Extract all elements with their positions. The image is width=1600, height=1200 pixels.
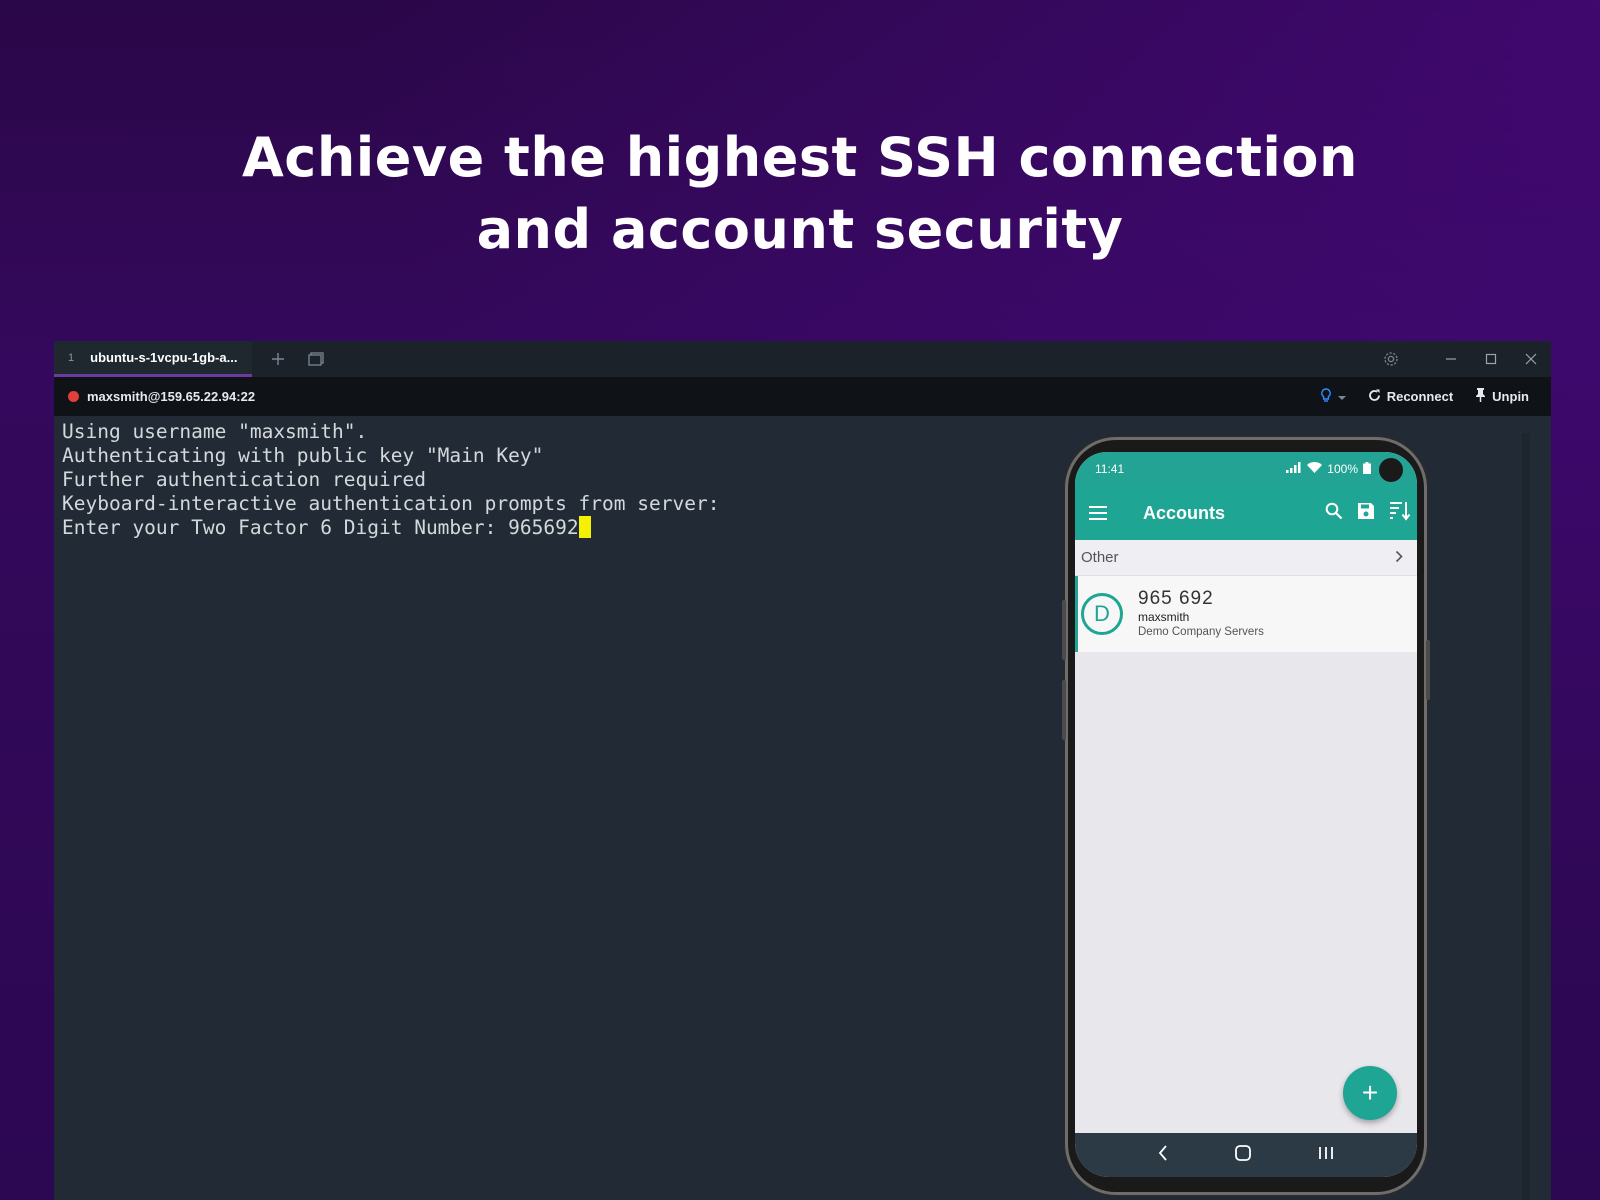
tab-number: 1 [68, 351, 75, 364]
search-icon[interactable] [1325, 502, 1343, 525]
account-group-header[interactable]: Other [1075, 540, 1417, 576]
new-tab-icon[interactable] [266, 347, 290, 371]
sort-icon[interactable] [1389, 501, 1411, 526]
group-label: Other [1081, 549, 1119, 566]
android-nav-bar [1075, 1133, 1417, 1177]
headline-line-1: Achieve the highest SSH connection [242, 126, 1358, 189]
unpin-label: Unpin [1492, 389, 1529, 404]
lightbulb-icon [1320, 387, 1332, 406]
app-bar: Accounts [1075, 486, 1417, 540]
session-tab[interactable]: 1 ubuntu-s-1vcpu-1gb-a... [54, 341, 252, 377]
terminal-prompt-text: Enter your Two Factor 6 Digit Number: 96… [62, 516, 579, 539]
front-camera [1379, 458, 1403, 482]
connection-address: maxsmith@159.65.22.94:22 [87, 389, 256, 404]
maximize-icon[interactable] [1471, 341, 1511, 377]
terminal-scrollbar[interactable] [1522, 433, 1530, 1200]
connection-bar: maxsmith@159.65.22.94:22 Reconnect Unpin [54, 377, 1551, 416]
battery-icon [1363, 461, 1371, 477]
headline: Achieve the highest SSH connection and a… [0, 122, 1600, 266]
otp-code: 965 692 [1138, 588, 1214, 609]
app-title: Accounts [1143, 502, 1226, 523]
terminal-cursor [578, 516, 591, 538]
minimize-icon[interactable] [1431, 341, 1471, 377]
chevron-right-icon [1395, 550, 1403, 567]
phone-screen: 11:41 100% Accounts Other D 965 692 maxs… [1075, 452, 1417, 1177]
caret-down-icon [1337, 389, 1346, 404]
tab-bar: 1 ubuntu-s-1vcpu-1gb-a... [54, 341, 1551, 377]
headline-line-2: and account security [476, 198, 1124, 261]
close-icon[interactable] [1511, 341, 1551, 377]
pin-icon [1475, 388, 1486, 405]
phone-time: 11:41 [1095, 462, 1125, 476]
signal-icon [1286, 462, 1302, 476]
phone-volume-button [1062, 600, 1066, 660]
phone-power-button [1426, 640, 1430, 700]
phone-status-bar: 11:41 100% [1075, 452, 1417, 486]
account-list-item[interactable]: D 965 692 maxsmith Demo Company Servers [1075, 576, 1417, 652]
recents-nav-icon[interactable] [1318, 1146, 1334, 1165]
settings-gear-icon[interactable] [1371, 341, 1411, 377]
window-list-icon[interactable] [304, 347, 328, 371]
reconnect-label: Reconnect [1386, 389, 1454, 404]
tab-title: ubuntu-s-1vcpu-1gb-a... [90, 350, 238, 365]
home-nav-icon[interactable] [1234, 1144, 1252, 1167]
back-nav-icon[interactable] [1158, 1144, 1168, 1166]
wifi-icon [1307, 462, 1323, 476]
hint-dropdown[interactable] [1320, 387, 1346, 406]
account-avatar: D [1081, 593, 1123, 635]
battery-percent: 100% [1327, 462, 1358, 476]
reconnect-icon [1368, 389, 1381, 405]
phone-mockup: 11:41 100% Accounts Other D 965 692 maxs… [1062, 440, 1430, 1192]
hamburger-menu-icon[interactable] [1089, 506, 1133, 520]
phone-volume-button [1062, 680, 1066, 740]
account-username: maxsmith [1138, 610, 1190, 624]
reconnect-button[interactable]: Reconnect [1368, 389, 1453, 405]
account-description: Demo Company Servers [1138, 626, 1264, 638]
unpin-button[interactable]: Unpin [1475, 388, 1529, 405]
save-icon[interactable] [1357, 502, 1375, 525]
connection-status-dot [68, 391, 79, 402]
add-account-button[interactable]: + [1343, 1066, 1397, 1120]
